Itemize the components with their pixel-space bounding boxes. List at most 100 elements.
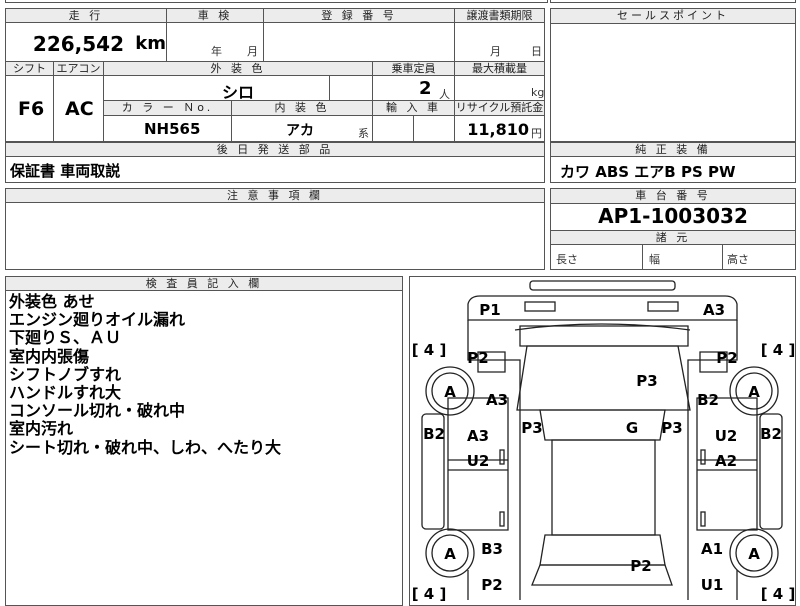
remark-line: 室内汚れ: [9, 419, 74, 439]
damage-mark: P3: [661, 419, 682, 437]
damage-mark: B2: [697, 391, 719, 409]
remark-line: シフトノブすれ: [9, 364, 122, 384]
remark-line: 室内内張傷: [9, 346, 90, 366]
damage-mark: P2: [481, 576, 502, 594]
dim-length-label: 長さ: [556, 253, 578, 266]
shift-value: F6: [18, 98, 45, 120]
import-cell-1: [373, 116, 414, 141]
top-strip: [5, 0, 548, 3]
recycle-header: リサイクル預託金: [455, 101, 544, 116]
wheel-label-rear-right: A: [748, 545, 760, 563]
capacity-unit: 人: [439, 88, 450, 101]
capacity-value: 2: [419, 78, 432, 99]
load-unit: kg: [531, 86, 545, 99]
recycle-unit: 円: [531, 127, 542, 140]
import-header: 輸 入 車: [373, 101, 455, 116]
tread-label-front-right: [ 4 ]: [761, 341, 796, 359]
mileage-cell: 226,542 km: [6, 23, 167, 61]
mileage-header: 走 行: [6, 9, 167, 23]
sales-point-header: セールスポイント: [551, 9, 795, 24]
notes-box: 注 意 事 項 欄: [5, 188, 545, 270]
capacity-header: 乗車定員: [373, 61, 455, 76]
import-cell-2: [414, 116, 455, 141]
shift-header: シフト: [6, 61, 54, 76]
damage-mark: A3: [467, 427, 489, 445]
aircon-value: AC: [65, 98, 94, 120]
damage-mark: A1: [701, 540, 723, 558]
exterior-color-cell: シロ: [104, 76, 330, 102]
vehicle-info-block: 走 行 車 検 登 録 番 号 譲渡書類期限 226,542 km 年 月 月 …: [5, 8, 545, 142]
chassis-box: 車 台 番 号 AP1-1003032 諸 元 長さ 幅 高さ: [550, 188, 796, 270]
chassis-value: AP1-1003032: [598, 204, 748, 228]
inspection-month: 月: [247, 45, 258, 58]
damage-mark: P3: [636, 372, 657, 390]
damage-mark: U2: [467, 452, 490, 470]
equipment-header: 純 正 装 備: [551, 143, 795, 157]
damage-mark: A3: [703, 301, 725, 319]
inspection-year: 年: [211, 45, 222, 58]
later-parts-header: 後 日 発 送 部 品: [6, 143, 544, 157]
tread-label-rear-right: [ 4 ]: [761, 585, 796, 603]
aircon-cell: AC: [54, 76, 104, 141]
dim-width-cell: 幅: [643, 245, 723, 269]
recycle-cell: 11,810 円: [455, 116, 544, 141]
exterior-color-extra: [330, 76, 373, 101]
remark-line: シート切れ・破れ中、しわ、へたり大: [9, 437, 282, 457]
damage-mark: U1: [701, 576, 724, 594]
equipment-box: 純 正 装 備 カワ ABS エアB PS PW: [550, 142, 796, 183]
exterior-color-value: シロ: [222, 83, 255, 102]
remark-line: 外装色 あせ: [9, 292, 95, 311]
car-diagram-box: [ 4 ] [ 4 ] [ 4 ] [ 4 ] A A A A P1 A3 P2…: [409, 276, 796, 606]
remarks-list: 外装色 あせ エンジン廻りオイル漏れ 下廻りＳ、ＡＵ 室内内張傷 シフトノブすれ…: [9, 292, 399, 457]
later-parts-value: 保証書 車両取説: [10, 162, 121, 180]
tread-label-front-left: [ 4 ]: [412, 341, 447, 359]
damage-mark: P1: [479, 301, 500, 319]
interior-color-cell: アカ 系: [232, 116, 373, 141]
wheel-label-rear-left: A: [444, 545, 456, 563]
later-parts-box: 後 日 発 送 部 品 保証書 車両取説: [5, 142, 545, 183]
aircon-header: エアコン: [54, 61, 104, 76]
chassis-header: 車 台 番 号: [551, 189, 795, 204]
damage-mark: P3: [521, 419, 542, 437]
registration-header: 登 録 番 号: [264, 9, 455, 23]
dim-width-label: 幅: [649, 253, 660, 266]
dim-height-cell: 高さ: [723, 245, 795, 269]
damage-mark: P2: [630, 557, 651, 575]
damage-mark: A2: [715, 452, 737, 470]
damage-mark: G: [626, 419, 638, 437]
dimensions-header: 諸 元: [551, 230, 795, 245]
interior-color-header: 内 装 色: [232, 101, 373, 116]
transfer-day: 日: [531, 45, 542, 58]
damage-mark: P2: [716, 349, 737, 367]
top-strip-right: [550, 0, 796, 3]
wheel-label-front-left: A: [444, 383, 456, 401]
color-no-cell: NH565: [104, 116, 232, 141]
inspection-cell: 年 月: [167, 23, 264, 61]
remark-line: 下廻りＳ、ＡＵ: [9, 328, 122, 348]
damage-mark: P2: [467, 349, 488, 367]
inspector-notes-box: 検 査 員 記 入 欄 外装色 あせ エンジン廻りオイル漏れ 下廻りＳ、ＡＵ 室…: [5, 276, 403, 606]
color-no-value: NH565: [144, 120, 201, 138]
exterior-color-header: 外 装 色: [104, 61, 373, 76]
tread-label-rear-left: [ 4 ]: [412, 585, 447, 603]
damage-mark: B3: [481, 540, 503, 558]
remark-line: コンソール切れ・破れ中: [9, 401, 186, 421]
sales-point-box: セールスポイント: [550, 8, 796, 142]
max-load-cell: kg: [455, 76, 544, 101]
registration-cell: [264, 23, 455, 61]
notes-header: 注 意 事 項 欄: [6, 189, 544, 203]
mileage-unit: km: [135, 33, 166, 54]
transfer-doc-header: 譲渡書類期限: [455, 9, 544, 23]
equipment-value: カワ ABS エアB PS PW: [560, 163, 736, 181]
damage-mark: B2: [423, 425, 445, 443]
inspector-notes-header: 検 査 員 記 入 欄: [6, 277, 402, 291]
remark-line: ハンドルすれ大: [9, 383, 122, 403]
interior-color-suffix: 系: [358, 127, 369, 140]
damage-mark: A3: [486, 391, 508, 409]
wheel-label-front-right: A: [748, 383, 760, 401]
transfer-month: 月: [490, 45, 501, 58]
shift-cell: F6: [6, 76, 54, 141]
damage-mark: U2: [715, 427, 738, 445]
capacity-cell: 2 人: [373, 76, 455, 101]
max-load-header: 最大積載量: [455, 61, 544, 76]
